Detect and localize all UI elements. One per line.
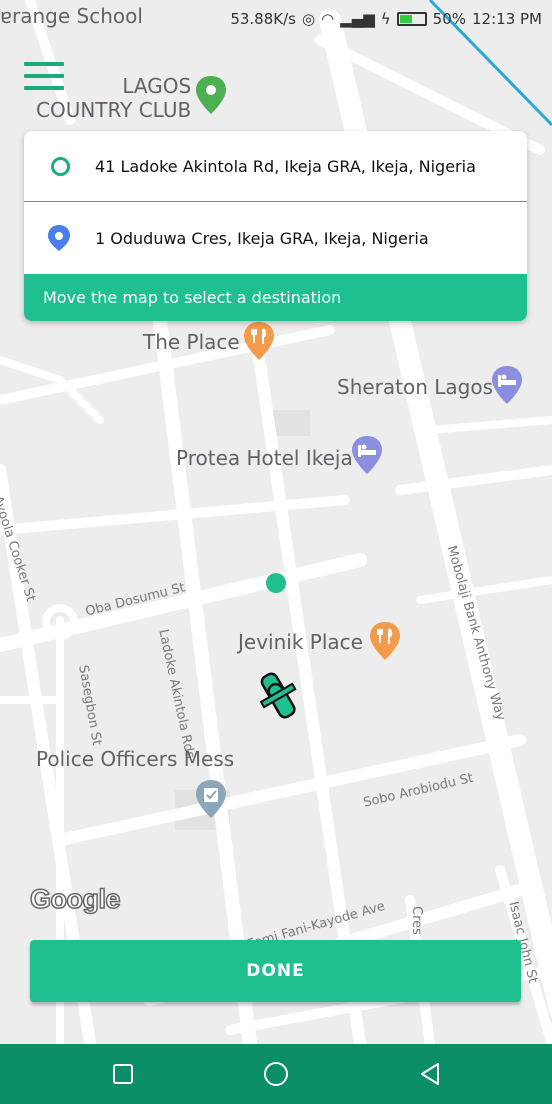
poi-label-sheraton: Sheraton Lagos bbox=[337, 375, 494, 399]
system-nav-bar bbox=[0, 1044, 552, 1104]
menu-bar bbox=[24, 74, 64, 78]
square-icon[interactable] bbox=[112, 1060, 134, 1088]
bed-icon[interactable] bbox=[492, 366, 522, 404]
street-label-cres: Cres bbox=[409, 906, 424, 935]
network-speed: 53.88K/s bbox=[230, 10, 296, 28]
poi-label-police-mess: Police Officers Mess bbox=[36, 747, 235, 771]
circle-icon[interactable] bbox=[262, 1060, 290, 1088]
poi-label-protea: Protea Hotel Ikeja bbox=[176, 446, 353, 470]
back-triangle-icon[interactable] bbox=[418, 1060, 442, 1088]
menu-icon[interactable] bbox=[24, 62, 64, 94]
status-bar: ɐrange School 53.88K/s ◎ ◠ ▂▄▆ ϟ 50% 12:… bbox=[0, 0, 552, 38]
destination-row[interactable]: 1 Oduduwa Cres, Ikeja GRA, Ikeja, Nigeri… bbox=[24, 203, 527, 273]
poi-label-jevinik: Jevinik Place bbox=[238, 630, 363, 654]
wifi-icon: ◠ bbox=[321, 10, 335, 28]
clock: 12:13 PM bbox=[472, 10, 542, 28]
destination-address: 1 Oduduwa Cres, Ikeja GRA, Ikeja, Nigeri… bbox=[95, 228, 429, 248]
route-card: 41 Ladoke Akintola Rd, Ikeja GRA, Ikeja,… bbox=[24, 131, 527, 321]
location-icon: ◎ bbox=[301, 10, 316, 28]
status-right-group: 53.88K/s ◎ ◠ ▂▄▆ ϟ 50% 12:13 PM bbox=[230, 10, 542, 28]
fork-knife-icon[interactable] bbox=[370, 622, 400, 660]
park-pin-icon[interactable] bbox=[196, 76, 226, 114]
destination-pin-icon bbox=[48, 225, 70, 251]
current-location-dot bbox=[266, 573, 286, 593]
police-icon[interactable] bbox=[196, 780, 226, 818]
signal-icon: ▂▄▆ bbox=[340, 10, 375, 28]
battery-icon bbox=[396, 12, 427, 26]
done-button[interactable]: DONE bbox=[30, 940, 521, 1002]
origin-dot-icon bbox=[51, 156, 70, 176]
charging-icon: ϟ bbox=[380, 10, 391, 28]
origin-address: 41 Ladoke Akintola Rd, Ikeja GRA, Ikeja,… bbox=[95, 156, 476, 176]
bed-icon[interactable] bbox=[352, 436, 382, 474]
menu-bar bbox=[24, 62, 64, 66]
battery-percent: 50% bbox=[432, 10, 467, 28]
status-left-text: ɐrange School bbox=[0, 4, 143, 28]
google-attribution-logo: Google bbox=[29, 883, 121, 915]
menu-bar bbox=[24, 86, 64, 90]
fork-knife-icon[interactable] bbox=[244, 322, 274, 360]
rider-icon bbox=[259, 672, 297, 719]
poi-label-the-place: The Place bbox=[143, 330, 240, 354]
origin-row[interactable]: 41 Ladoke Akintola Rd, Ikeja GRA, Ikeja,… bbox=[24, 131, 527, 202]
destination-hint: Move the map to select a destination bbox=[24, 274, 527, 321]
